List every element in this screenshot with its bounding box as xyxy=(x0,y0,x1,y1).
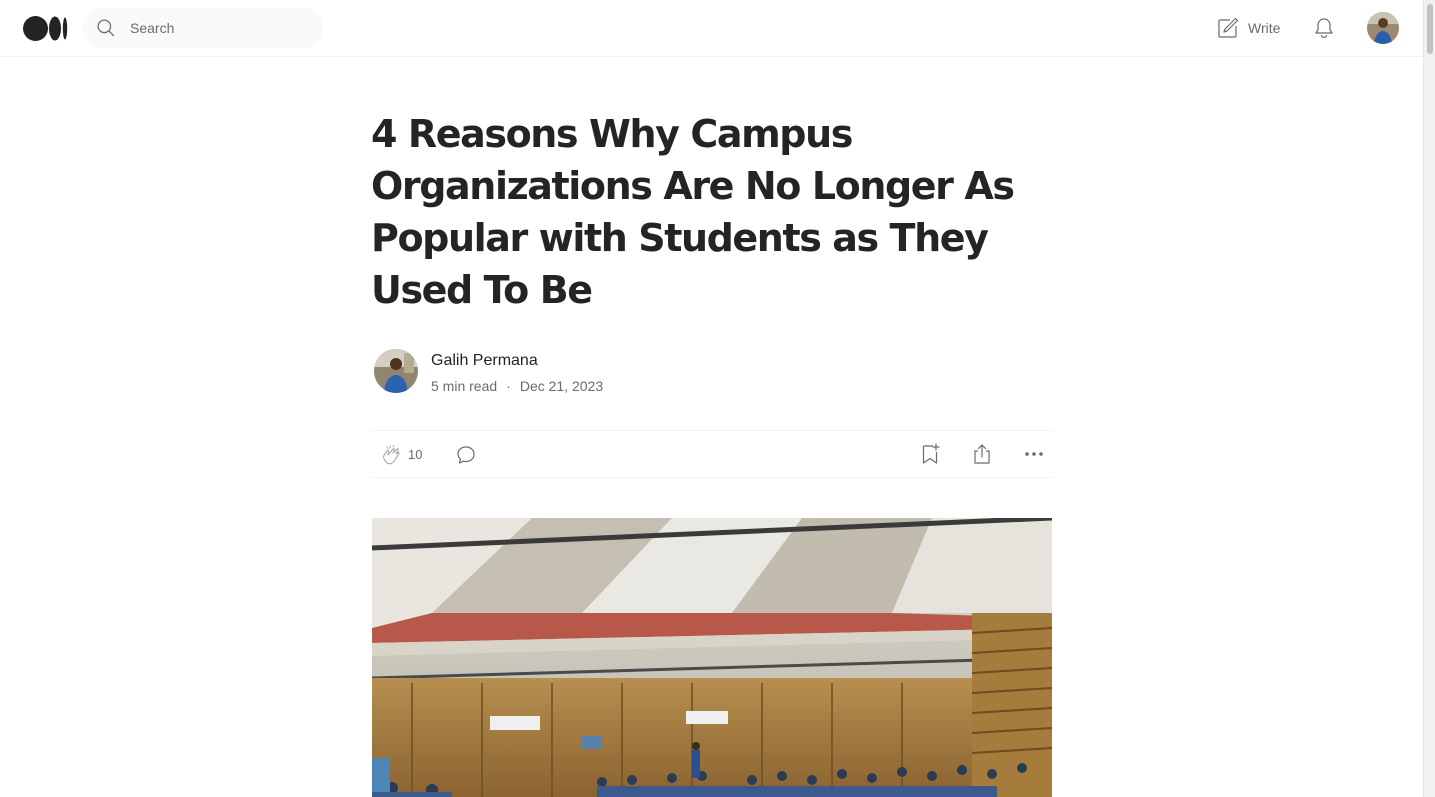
article-action-bar: 10 xyxy=(372,430,1052,478)
article-hero-image xyxy=(372,518,1052,797)
write-button[interactable]: Write xyxy=(1216,16,1280,40)
publish-date: Dec 21, 2023 xyxy=(519,378,604,394)
user-avatar[interactable] xyxy=(1367,12,1399,44)
author-avatar[interactable] xyxy=(374,349,418,393)
write-label: Write xyxy=(1248,20,1281,36)
article-title: 4 Reasons Why Campus Organizations Are N… xyxy=(371,112,1015,312)
share-icon[interactable] xyxy=(970,442,994,466)
clap-count[interactable]: 10 xyxy=(408,447,422,462)
scrollbar-thumb[interactable] xyxy=(1427,4,1433,54)
notifications-bell-icon[interactable] xyxy=(1312,16,1336,40)
medium-logo[interactable] xyxy=(23,16,68,41)
search-input[interactable] xyxy=(130,8,310,48)
page-scrollbar[interactable] xyxy=(1423,0,1435,797)
search-icon xyxy=(97,19,115,37)
search-box[interactable] xyxy=(83,8,323,48)
bookmark-add-icon[interactable] xyxy=(918,442,942,466)
article-meta: 5 min read · Dec 21, 2023 xyxy=(431,378,603,394)
clap-icon[interactable] xyxy=(380,443,404,467)
more-options-icon[interactable] xyxy=(1022,442,1046,466)
top-navigation-bar: Write xyxy=(0,0,1423,57)
meta-separator: · xyxy=(506,378,511,394)
comment-icon[interactable] xyxy=(454,443,478,467)
author-name[interactable]: Galih Permana xyxy=(431,352,538,370)
write-icon xyxy=(1218,17,1239,38)
read-time: 5 min read xyxy=(431,378,498,394)
